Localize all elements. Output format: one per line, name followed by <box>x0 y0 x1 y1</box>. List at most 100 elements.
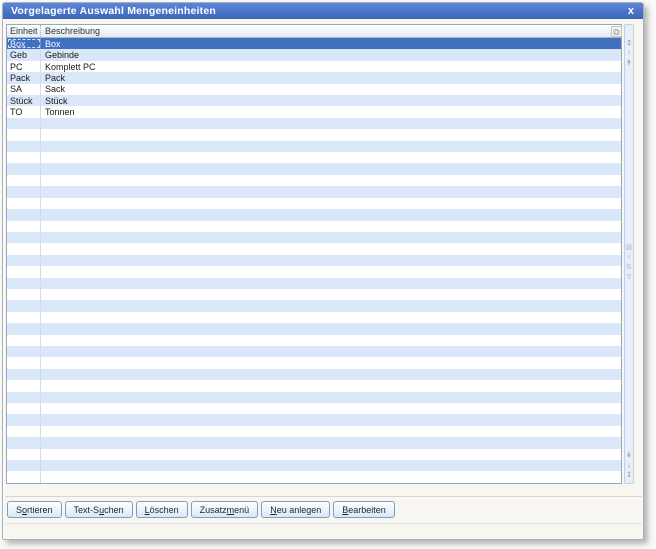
nav-group-top: ↥ ↑ ↟ <box>625 39 633 69</box>
button-label: öschen <box>149 504 179 515</box>
scroll-first-icon[interactable]: ↥ <box>625 39 634 49</box>
table-row[interactable] <box>7 448 621 461</box>
cell-einheit <box>7 357 41 369</box>
cell-beschreibung <box>41 163 621 174</box>
page-up-icon[interactable]: ↟ <box>625 59 634 69</box>
separator <box>5 496 642 497</box>
table-row[interactable] <box>7 163 621 175</box>
table-row[interactable] <box>7 425 621 438</box>
cell-einheit <box>7 129 41 141</box>
table-row[interactable] <box>7 288 621 301</box>
cell-einheit <box>7 243 41 255</box>
cell-einheit <box>7 380 41 392</box>
cell-einheit <box>7 288 41 301</box>
window-title: Vorgelagerte Auswahl Mengeneinheiten <box>11 5 216 17</box>
cell-beschreibung <box>41 426 621 437</box>
table-row[interactable] <box>7 345 621 358</box>
cell-beschreibung <box>41 186 621 197</box>
table-row[interactable] <box>7 323 621 335</box>
column-header-beschreibung[interactable]: Beschreibung <box>41 25 621 37</box>
cell-einheit <box>7 231 41 244</box>
cell-beschreibung <box>41 403 621 414</box>
table-row[interactable] <box>7 403 621 415</box>
table-row[interactable]: TO Tonnen <box>7 106 621 118</box>
table-row[interactable] <box>7 186 621 198</box>
table-row[interactable] <box>7 129 621 141</box>
table-row[interactable] <box>7 152 621 164</box>
scroll-down-icon[interactable]: ↓ <box>625 461 634 471</box>
table-row[interactable] <box>7 197 621 210</box>
page-down-icon[interactable]: ↡ <box>625 451 634 461</box>
table-row[interactable] <box>7 174 621 187</box>
table-row[interactable]: Pack Pack <box>7 72 621 84</box>
table-row[interactable]: PC Komplett PC <box>7 60 621 73</box>
table-row[interactable] <box>7 277 621 289</box>
button-bar: So rtieren Text-S u chen Löschen Zusatz m enü… <box>7 501 395 518</box>
button-label: eu anlegen <box>276 504 322 515</box>
cell-einheit <box>7 266 41 278</box>
cell-beschreibung: Komplett PC <box>45 61 96 72</box>
cell-einheit: Box <box>7 38 41 50</box>
sortieren-button[interactable]: So rtieren <box>7 501 62 518</box>
close-icon[interactable]: x <box>628 4 634 18</box>
cell-einheit <box>7 460 41 472</box>
table-row[interactable] <box>7 471 621 483</box>
table-row[interactable] <box>7 334 621 346</box>
table-row[interactable] <box>7 380 621 392</box>
table-row[interactable]: Box Box <box>7 38 621 50</box>
cell-einheit <box>7 163 41 175</box>
text-suchen-button[interactable]: Text-S u chen <box>64 501 133 518</box>
table-row[interactable] <box>7 391 621 403</box>
cell-beschreibung <box>41 460 621 471</box>
table-row[interactable]: SA Sack <box>7 83 621 96</box>
table-header: Einheit Beschreibung <box>7 25 621 38</box>
cell-beschreibung <box>41 152 621 163</box>
table-row[interactable] <box>7 460 621 472</box>
table-row[interactable] <box>7 357 621 369</box>
table-row[interactable]: Stück Stück <box>7 95 621 107</box>
bearbeiten-button[interactable]: Bearbeiten <box>333 501 395 518</box>
filter-icon[interactable]: ∇ <box>625 273 634 283</box>
table-row[interactable] <box>7 220 621 232</box>
scroll-up-icon[interactable]: ↑ <box>625 49 634 59</box>
cell-beschreibung <box>41 175 621 186</box>
column-header-einheit[interactable]: Einheit <box>7 25 41 37</box>
columns-icon[interactable]: ▥ <box>625 243 634 253</box>
table-row[interactable] <box>7 254 621 267</box>
button-label: earbeiten <box>348 504 386 515</box>
table-row[interactable] <box>7 140 621 153</box>
cell-beschreibung: Tonnen <box>45 107 75 118</box>
table-row[interactable] <box>7 437 621 449</box>
cell-beschreibung <box>41 335 621 346</box>
cell-einheit <box>7 152 41 164</box>
table-row[interactable] <box>7 117 621 130</box>
cell-einheit: PC <box>7 60 41 73</box>
cell-einheit <box>7 197 41 210</box>
zusatzmenu-button[interactable]: Zusatz m enü <box>190 501 259 518</box>
cell-beschreibung <box>41 118 621 129</box>
sort-icon[interactable]: ⇅ <box>625 263 634 273</box>
loeschen-button[interactable]: Löschen <box>135 501 188 518</box>
copy-grid-icon[interactable]: ⧉ <box>611 26 622 37</box>
table-row[interactable] <box>7 209 621 221</box>
table-row[interactable] <box>7 243 621 255</box>
table-row[interactable]: Geb Gebinde <box>7 49 621 61</box>
title-bar[interactable]: Vorgelagerte Auswahl Mengeneinheiten x <box>3 3 643 19</box>
table-row[interactable] <box>7 311 621 324</box>
cell-einheit <box>7 300 41 312</box>
neu-anlegen-button[interactable]: Neu anlegen <box>261 501 331 518</box>
search-icon[interactable]: ⌕ <box>625 253 634 263</box>
table-row[interactable] <box>7 266 621 278</box>
table-row[interactable] <box>7 414 621 426</box>
table-row[interactable] <box>7 300 621 312</box>
bottom-groove <box>5 523 642 524</box>
cell-beschreibung <box>41 323 621 334</box>
table-row[interactable] <box>7 368 621 381</box>
cell-einheit: Geb <box>7 49 41 61</box>
table-row[interactable] <box>7 231 621 244</box>
cell-einheit <box>7 254 41 267</box>
cell-beschreibung: Stück <box>45 95 68 106</box>
cell-einheit <box>7 323 41 335</box>
scroll-last-icon[interactable]: ↧ <box>625 471 634 481</box>
cell-beschreibung <box>41 437 621 448</box>
